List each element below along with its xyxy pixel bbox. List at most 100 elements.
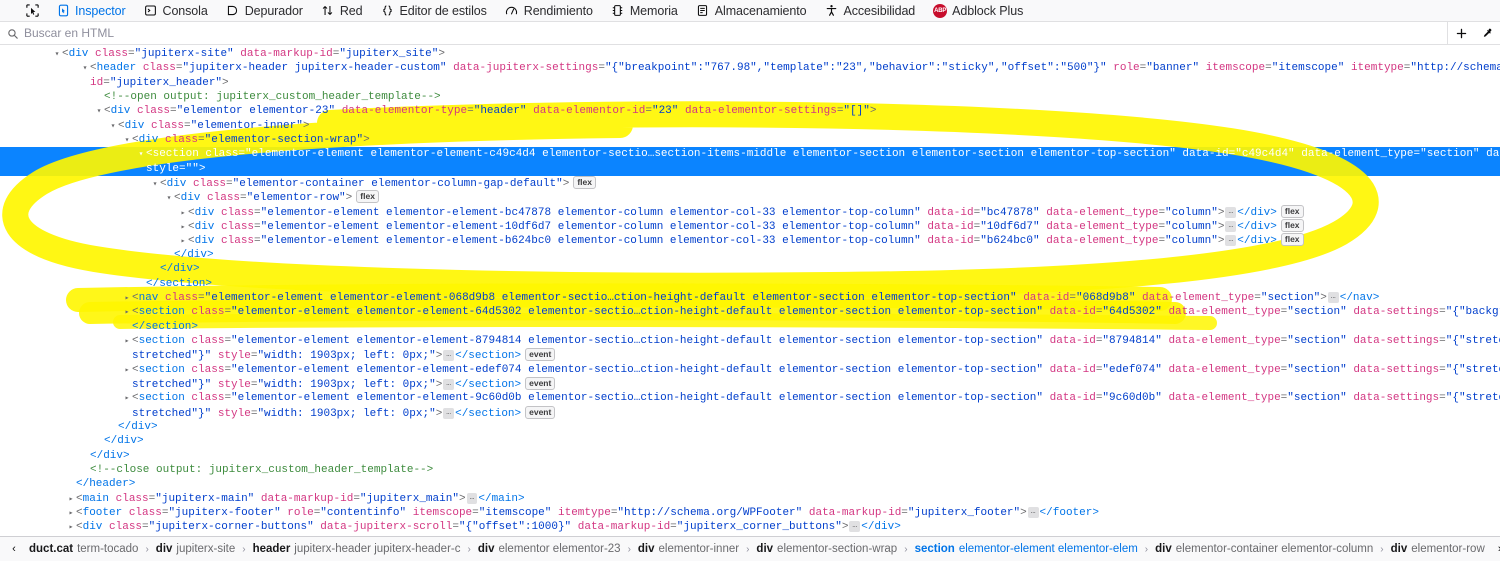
expand-twisty-open-icon[interactable]: ▾ <box>122 134 132 148</box>
collapsed-children-ellipsis[interactable]: … <box>443 378 455 390</box>
markup-row[interactable]: </section> <box>0 277 1500 291</box>
markup-row[interactable]: ▾ <div class="elementor-section-wrap"> <box>0 133 1500 147</box>
tab-storage[interactable]: Almacenamiento <box>687 0 816 22</box>
search-field-wrapper[interactable] <box>0 22 1447 45</box>
markup-tree-view[interactable]: ▾ <div class="jupiterx-site" data-markup-… <box>0 45 1500 536</box>
markup-row[interactable]: ▸ <div class="elementor-element elementor… <box>0 233 1500 247</box>
expand-twisty-open-icon[interactable]: ▾ <box>136 148 146 162</box>
eyedropper-icon[interactable] <box>1474 22 1500 45</box>
markup-row[interactable]: </div> <box>0 262 1500 276</box>
markup-row[interactable]: </div> <box>0 420 1500 434</box>
markup-row[interactable]: ▸ <div class="jupiterx-corner-buttons" da… <box>0 520 1500 534</box>
markup-row[interactable]: </section> <box>0 320 1500 334</box>
breadcrumb-item[interactable]: div elementor elementor-23 <box>471 543 628 555</box>
markup-badge[interactable]: event <box>525 376 556 390</box>
markup-row[interactable]: <!--close output: jupiterx_custom_header… <box>0 463 1500 477</box>
breadcrumb-scroll-left-icon[interactable]: ‹ <box>6 543 22 555</box>
expand-twisty-closed-icon[interactable]: ▸ <box>66 507 76 521</box>
expand-twisty-closed-icon[interactable]: ▸ <box>122 392 132 406</box>
expand-twisty-open-icon[interactable]: ▾ <box>52 48 62 62</box>
expand-twisty-closed-icon[interactable]: ▸ <box>122 306 132 320</box>
breadcrumb-item[interactable]: div elementor-section-wrap <box>749 543 904 555</box>
collapsed-children-ellipsis[interactable]: … <box>1225 206 1237 218</box>
breadcrumb-item[interactable]: duct.cat term-tocado <box>22 543 145 555</box>
markup-row[interactable]: ▾ <div class="elementor elementor-23" dat… <box>0 104 1500 118</box>
breadcrumb-item[interactable]: div jupiterx-site <box>149 543 242 555</box>
tab-style-editor[interactable]: Editor de estilos <box>372 0 496 22</box>
markup-row[interactable]: stretched"}" style="width: 1903px; left:… <box>0 348 1500 362</box>
markup-row[interactable]: ▸ <section class = "elementor-element eleme… <box>0 391 1500 405</box>
collapsed-children-ellipsis[interactable]: … <box>443 350 455 362</box>
markup-punct: = <box>198 291 205 304</box>
expand-twisty-open-icon[interactable]: ▾ <box>80 62 90 76</box>
element-picker-icon[interactable] <box>20 1 44 21</box>
collapsed-children-ellipsis[interactable]: … <box>466 492 478 504</box>
markup-badge[interactable]: flex <box>573 176 596 190</box>
breadcrumb-item[interactable]: div elementor-row <box>1384 543 1492 555</box>
breadcrumb-item-classes: elementor-inner <box>658 543 740 555</box>
markup-row[interactable]: ▾ <div class="elementor-inner"> <box>0 119 1500 133</box>
markup-badge[interactable]: event <box>525 405 556 419</box>
expand-twisty-open-icon[interactable]: ▾ <box>94 105 104 119</box>
expand-twisty-closed-icon[interactable]: ▸ <box>122 364 132 378</box>
markup-val: "jupiterx_corner_buttons" <box>676 521 842 534</box>
expand-twisty-closed-icon[interactable]: ▸ <box>66 521 76 535</box>
markup-row[interactable]: ▸ <section class = "elementor-element eleme… <box>0 305 1500 319</box>
tab-inspector[interactable]: Inspector <box>47 0 135 22</box>
markup-row[interactable]: ▾ <div class="elementor-container element… <box>0 176 1500 190</box>
breadcrumb-scroll-right-icon[interactable]: › <box>1492 543 1500 555</box>
markup-row[interactable]: ▾ <div class="jupiterx-site" data-markup-… <box>0 47 1500 61</box>
markup-row[interactable]: ▾ <header class = "jupiterx-header jupiterx… <box>0 61 1500 75</box>
tab-performance[interactable]: Rendimiento <box>496 0 602 22</box>
markup-row[interactable]: </div> <box>0 434 1500 448</box>
tab-adblock-plus[interactable]: ABP Adblock Plus <box>924 0 1032 22</box>
collapsed-children-ellipsis[interactable]: … <box>849 521 861 533</box>
markup-row[interactable]: ▸ <main class = "jupiterx-main" data-markup… <box>0 492 1500 506</box>
collapsed-children-ellipsis[interactable]: … <box>1327 291 1339 303</box>
expand-twisty-closed-icon[interactable]: ▸ <box>122 335 132 349</box>
breadcrumb[interactable]: ‹ duct.cat term-tocado › div jupiterx-site › h… <box>0 536 1500 561</box>
markup-row[interactable]: id="jupiterx_header"> <box>0 76 1500 90</box>
tab-console[interactable]: Consola <box>135 0 217 22</box>
collapsed-children-ellipsis[interactable]: … <box>443 407 455 419</box>
markup-row[interactable]: ▸ <div class="elementor-element elementor… <box>0 219 1500 233</box>
markup-row[interactable]: ▸ <footer class = "jupiterx-footer" role = "c… <box>0 506 1500 520</box>
markup-row-selected[interactable]: ▾ <section class="elementor-element eleme… <box>0 147 1500 162</box>
tab-network[interactable]: Red <box>312 0 372 22</box>
breadcrumb-item[interactable]: div elementor-inner <box>631 543 746 555</box>
expand-twisty-closed-icon[interactable]: ▸ <box>122 292 132 306</box>
collapsed-children-ellipsis[interactable]: … <box>1225 235 1237 247</box>
markup-badge[interactable]: flex <box>1280 219 1304 233</box>
markup-val: "column" <box>1165 221 1218 234</box>
breadcrumb-item[interactable]: section elementor-element elementor-elem <box>908 543 1145 555</box>
markup-row[interactable]: ▸ <nav class="elementor-element elementor… <box>0 291 1500 305</box>
markup-row[interactable]: stretched"}" style="width: 1903px; left:… <box>0 405 1500 420</box>
breadcrumb-item[interactable]: header jupiterx-header jupiterx-header-c <box>246 543 468 555</box>
markup-val: "elementor-element elementor-element-9c6… <box>231 392 1043 405</box>
markup-row[interactable]: stretched"}" style="width: 1903px; left:… <box>0 376 1500 391</box>
markup-badge[interactable]: flex <box>1280 233 1304 247</box>
markup-attr: data-id <box>927 221 974 234</box>
expand-twisty-open-icon[interactable]: ▾ <box>108 120 118 134</box>
markup-badge[interactable]: flex <box>356 190 379 204</box>
breadcrumb-item[interactable]: div elementor-container elementor-column <box>1148 543 1380 555</box>
markup-row[interactable]: ▸ <section class = "elementor-element eleme… <box>0 334 1500 348</box>
markup-row[interactable]: </header> <box>0 477 1500 491</box>
tab-debugger[interactable]: Depurador <box>217 0 312 22</box>
markup-row[interactable]: ▸ <div class="elementor-element elementor… <box>0 204 1500 219</box>
markup-row[interactable]: ▾ <div class="elementor-row"> flex <box>0 190 1500 204</box>
markup-row[interactable]: <!--open output: jupiterx_custom_header_… <box>0 90 1500 104</box>
markup-badge[interactable]: event <box>525 348 556 362</box>
collapsed-children-ellipsis[interactable]: … <box>1027 507 1039 518</box>
search-input[interactable] <box>24 23 1447 43</box>
add-new-node-button[interactable] <box>1448 22 1474 45</box>
markup-row-selected[interactable]: style=""> <box>0 161 1500 177</box>
collapsed-children-ellipsis[interactable]: … <box>1225 221 1237 233</box>
markup-row[interactable]: </div> <box>0 449 1500 463</box>
expand-twisty-closed-icon[interactable]: ▸ <box>66 493 76 507</box>
markup-row[interactable]: </div> <box>0 248 1500 262</box>
tab-accessibility[interactable]: Accesibilidad <box>816 0 925 22</box>
markup-badge[interactable]: flex <box>1280 204 1304 218</box>
markup-row[interactable]: ▸ <section class = "elementor-element eleme… <box>0 363 1500 377</box>
tab-memory[interactable]: Memoria <box>602 0 687 22</box>
